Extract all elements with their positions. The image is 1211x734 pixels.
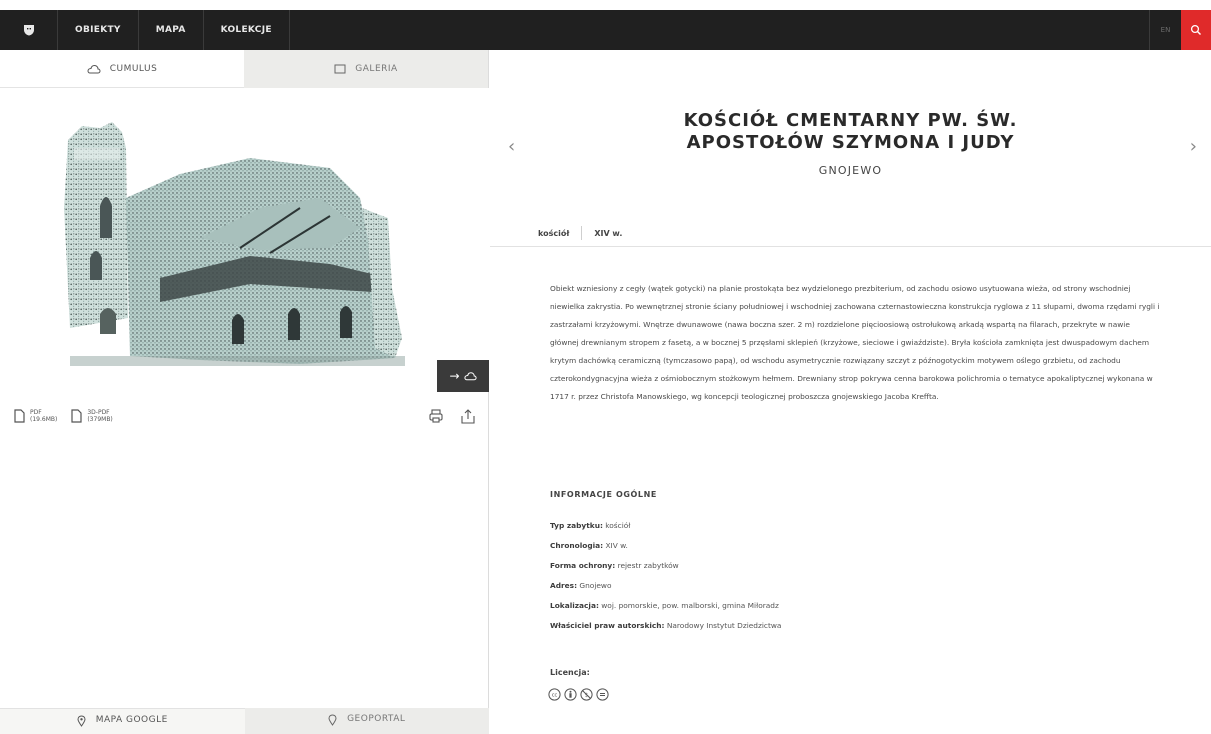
tab-galeria-label: GALERIA bbox=[355, 64, 398, 74]
info-value: kościół bbox=[605, 521, 631, 530]
download-3d-pdf-button[interactable]: 3D-PDF (379MB) bbox=[71, 409, 113, 423]
tab-cumulus[interactable]: CUMULUS bbox=[0, 50, 244, 88]
cloud-icon bbox=[463, 372, 477, 381]
info-row-type: Typ zabytku: kościół bbox=[550, 516, 1150, 536]
search-icon bbox=[1190, 24, 1201, 35]
download-pdf-label: PDF (19.6MB) bbox=[30, 409, 57, 423]
object-details-panel: ‹ KOŚCIÓŁ CMENTARNY PW. ŚW. APOSTOŁÓW SZ… bbox=[490, 50, 1211, 734]
info-heading: INFORMACJE OGÓLNE bbox=[550, 490, 657, 499]
tab-geoportal-label: GEOPORTAL bbox=[347, 714, 406, 724]
share-icon[interactable] bbox=[461, 408, 475, 424]
document-icon bbox=[71, 409, 82, 423]
info-row-chronology: Chronologia: XIV w. bbox=[550, 536, 1150, 556]
tab-galeria[interactable]: GALERIA bbox=[244, 50, 488, 88]
media-actions bbox=[429, 408, 475, 424]
nav-item-kolekcje[interactable]: KOLEKCJE bbox=[204, 10, 290, 50]
svg-text:cc: cc bbox=[552, 693, 558, 699]
viewer-tabs: CUMULUS GALERIA bbox=[0, 50, 488, 88]
svg-text:$: $ bbox=[585, 693, 589, 699]
object-description: Obiekt wzniesiony z cegły (wątek gotycki… bbox=[550, 284, 1160, 401]
info-row-protection: Forma ochrony: rejestr zabytków bbox=[550, 556, 1150, 576]
document-icon bbox=[14, 409, 25, 423]
map-tabs: MAPA GOOGLE GEOPORTAL bbox=[0, 708, 489, 734]
info-label: Lokalizacja: bbox=[550, 601, 599, 610]
tab-mapa-google[interactable]: MAPA GOOGLE bbox=[0, 708, 245, 734]
object-title: KOŚCIÓŁ CMENTARNY PW. ŚW. APOSTOŁÓW SZYM… bbox=[490, 110, 1211, 154]
info-row-copyright: Właściciel praw autorskich: Narodowy Ins… bbox=[550, 616, 1150, 636]
license-icons[interactable]: cc $ bbox=[548, 688, 609, 701]
info-label: Właściciel praw autorskich: bbox=[550, 621, 665, 630]
object-tags: kościół XIV w. bbox=[538, 226, 622, 240]
nc-icon: $ bbox=[580, 688, 593, 701]
downloads-bar: PDF (19.6MB) 3D-PDF (379MB) bbox=[0, 392, 489, 440]
cloud-icon bbox=[87, 64, 101, 73]
object-header: ‹ KOŚCIÓŁ CMENTARNY PW. ŚW. APOSTOŁÓW SZ… bbox=[490, 50, 1211, 240]
church-point-cloud-image bbox=[64, 122, 405, 366]
tag-type[interactable]: kościół bbox=[538, 229, 569, 238]
arrow-right-icon: → bbox=[449, 369, 460, 383]
gallery-icon bbox=[334, 64, 346, 74]
object-title-line-1: KOŚCIÓŁ CMENTARNY PW. ŚW. bbox=[683, 110, 1018, 131]
media-panel: CUMULUS GALERIA → PDF (19.6MB) 3D-PDF (3… bbox=[0, 50, 489, 734]
info-value: Narodowy Instytut Dziedzictwa bbox=[666, 621, 782, 630]
map-pin-icon bbox=[328, 714, 337, 726]
tag-chronology[interactable]: XIV w. bbox=[594, 229, 622, 238]
shield-logo-icon bbox=[23, 25, 34, 36]
tag-separator bbox=[581, 226, 583, 240]
download-pdf-button[interactable]: PDF (19.6MB) bbox=[14, 409, 57, 423]
search-button[interactable] bbox=[1181, 10, 1211, 50]
info-label: Chronologia: bbox=[550, 541, 604, 550]
map-pin-icon bbox=[77, 715, 86, 727]
info-value: woj. pomorskie, pow. malborski, gmina Mi… bbox=[601, 601, 779, 610]
license-heading: Licencja: bbox=[550, 668, 590, 677]
object-title-line-2: APOSTOŁÓW SZYMONA I JUDY bbox=[686, 132, 1015, 153]
info-value: XIV w. bbox=[605, 541, 628, 550]
download-3d-pdf-label: 3D-PDF (379MB) bbox=[87, 409, 112, 423]
info-row-location: Lokalizacja: woj. pomorskie, pow. malbor… bbox=[550, 596, 1150, 616]
print-icon[interactable] bbox=[429, 409, 443, 423]
info-value: rejestr zabytków bbox=[617, 561, 679, 570]
info-label: Typ zabytku: bbox=[550, 521, 603, 530]
open-cumulus-button[interactable]: → bbox=[437, 360, 489, 392]
by-icon bbox=[564, 688, 577, 701]
nd-icon bbox=[596, 688, 609, 701]
top-navigation-bar: OBIEKTY MAPA KOLEKCJE EN bbox=[0, 10, 1211, 50]
download-3d-pdf-title: 3D-PDF bbox=[87, 409, 110, 416]
logo[interactable] bbox=[0, 10, 58, 50]
tab-geoportal[interactable]: GEOPORTAL bbox=[244, 708, 489, 734]
download-pdf-size: (19.6MB) bbox=[30, 416, 58, 423]
nav-item-mapa[interactable]: MAPA bbox=[139, 10, 204, 50]
tab-mapa-google-label: MAPA GOOGLE bbox=[95, 715, 168, 725]
language-switch[interactable]: EN bbox=[1149, 10, 1181, 50]
info-row-address: Adres: Gnojewo bbox=[550, 576, 1150, 596]
next-object-chevron-icon[interactable]: › bbox=[1190, 136, 1197, 157]
info-list: Typ zabytku: kościół Chronologia: XIV w.… bbox=[550, 516, 1150, 636]
tab-cumulus-label: CUMULUS bbox=[109, 63, 158, 74]
cc-icon: cc bbox=[548, 688, 561, 701]
info-value: Gnojewo bbox=[579, 581, 612, 590]
object-location: GNOJEWO bbox=[818, 164, 883, 177]
info-label: Forma ochrony: bbox=[550, 561, 616, 570]
point-cloud-viewer[interactable] bbox=[0, 88, 489, 392]
download-pdf-title: PDF bbox=[30, 409, 42, 416]
download-3d-pdf-size: (379MB) bbox=[87, 416, 113, 423]
header-divider bbox=[490, 246, 1211, 247]
nav-item-obiekty[interactable]: OBIEKTY bbox=[58, 10, 139, 50]
info-label: Adres: bbox=[550, 581, 578, 590]
